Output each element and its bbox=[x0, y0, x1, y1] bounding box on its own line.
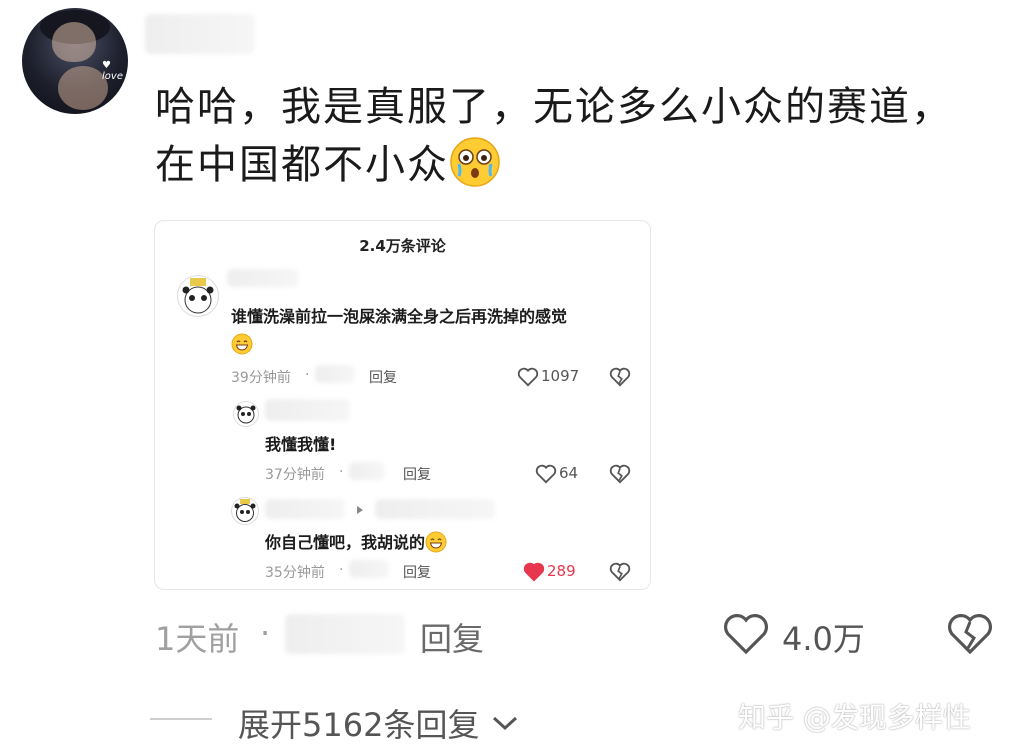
like-count: 4.0万 bbox=[782, 620, 865, 658]
comment-3-time: 35分钟前 bbox=[265, 565, 325, 581]
broken-heart-icon[interactable] bbox=[946, 612, 994, 656]
comment-3-like-count: 289 bbox=[547, 562, 576, 580]
broken-heart-icon[interactable] bbox=[609, 367, 631, 387]
location-redacted bbox=[315, 365, 355, 383]
separator-dot: · bbox=[339, 464, 344, 480]
separator-dot: · bbox=[339, 562, 344, 578]
comment-count-title: 2.4万条评论 bbox=[359, 237, 446, 255]
panda-icon bbox=[182, 278, 214, 314]
embedded-comment-screenshot: 2.4万条评论 谁懂洗澡前拉一泡屎涂满全身之后再洗掉的感觉 39分钟前 · 回复… bbox=[154, 220, 651, 590]
comment-1-like-count: 1097 bbox=[541, 367, 580, 385]
separator-dot: · bbox=[260, 614, 271, 652]
grinning-face-icon bbox=[231, 333, 253, 355]
separator-dot: · bbox=[305, 367, 310, 383]
comment-1-text: 谁懂洗澡前拉一泡屎涂满全身之后再洗掉的感觉 bbox=[231, 307, 568, 326]
location-redacted bbox=[285, 614, 405, 654]
heart-outline-icon[interactable] bbox=[722, 612, 770, 656]
comment-1-reply-button[interactable]: 回复 bbox=[369, 367, 397, 387]
panda-icon bbox=[236, 405, 256, 424]
username-redacted[interactable] bbox=[265, 499, 345, 519]
comment-line-2: 在中国都不小众 bbox=[155, 142, 449, 188]
comment-2-time: 37分钟前 bbox=[265, 467, 325, 483]
comment-3-text-content: 你自己懂吧，我胡说的 bbox=[265, 533, 426, 552]
comment-2-text: 我懂我懂! bbox=[265, 435, 337, 454]
broken-heart-icon[interactable] bbox=[609, 464, 631, 484]
panda-avatar[interactable] bbox=[233, 401, 259, 427]
broken-heart-icon[interactable] bbox=[609, 562, 631, 582]
watermark: 知乎 @发现多样性 bbox=[738, 701, 971, 734]
comment-2-reply-button[interactable]: 回复 bbox=[403, 464, 431, 484]
replied-username-redacted[interactable] bbox=[375, 499, 495, 519]
location-redacted bbox=[349, 462, 385, 480]
post-time: 1天前 bbox=[155, 620, 240, 658]
comment-text: 哈哈，我是真服了，无论多么小众的赛道， 在中国都不小众 bbox=[155, 78, 995, 194]
comment-1-time: 39分钟前 bbox=[231, 370, 291, 386]
reply-button[interactable]: 回复 bbox=[420, 614, 484, 660]
panda-avatar[interactable] bbox=[231, 497, 259, 525]
expand-replies-label: 展开5162条回复 bbox=[238, 706, 480, 744]
comment-line-1: 哈哈，我是真服了，无论多么小众的赛道， bbox=[155, 84, 953, 130]
grinning-face-icon bbox=[425, 531, 447, 553]
username-redacted[interactable] bbox=[227, 269, 299, 287]
expand-divider bbox=[150, 718, 212, 720]
reply-arrow-icon bbox=[357, 506, 363, 514]
astonished-face-icon bbox=[450, 137, 500, 187]
comment-2-like-count: 64 bbox=[559, 464, 579, 482]
avatar[interactable]: ♥ love bbox=[22, 8, 128, 114]
location-redacted bbox=[349, 560, 389, 578]
chevron-down-icon bbox=[492, 716, 517, 731]
panda-icon bbox=[234, 499, 256, 522]
comment-3-text: 你自己懂吧，我胡说的 bbox=[265, 529, 447, 553]
username-redacted[interactable] bbox=[145, 14, 255, 54]
heart-outline-icon[interactable] bbox=[517, 367, 539, 387]
expand-replies-button[interactable]: 展开5162条回复 bbox=[238, 700, 520, 746]
comment-3-reply-button[interactable]: 回复 bbox=[403, 562, 431, 582]
username-redacted[interactable] bbox=[265, 399, 350, 421]
heart-filled-icon[interactable] bbox=[523, 562, 545, 582]
panda-avatar[interactable] bbox=[177, 275, 219, 317]
heart-outline-icon[interactable] bbox=[535, 464, 557, 484]
